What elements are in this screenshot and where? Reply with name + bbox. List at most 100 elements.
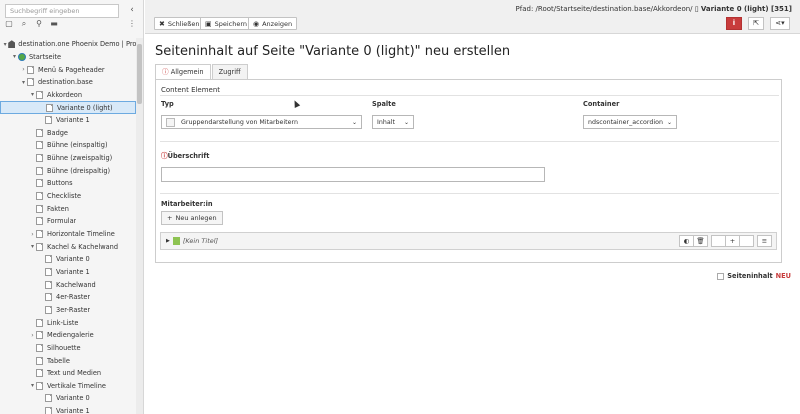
tab-allgemein[interactable]: ⓘ Allgemein	[155, 64, 211, 79]
tree-toggle-icon[interactable]: ▾	[11, 53, 18, 60]
tree-item[interactable]: Kachelwand	[0, 278, 136, 291]
page-tree-panel: Suchbegriff eingeben ‹ ▢ ⌕ ⚲ ▬ ⋮ ▾ destin…	[0, 0, 144, 414]
divider	[160, 193, 779, 194]
tree-toggle-icon[interactable]: ›	[29, 332, 36, 339]
tab-zugriff[interactable]: Zugriff	[211, 64, 248, 79]
tree-item[interactable]: › Horizontale Timeline	[0, 228, 136, 241]
tree-item[interactable]: ▾ Vertikale Timeline	[0, 380, 136, 393]
collapse-tree-icon[interactable]: ‹	[126, 4, 138, 16]
tree-scrollbar[interactable]	[136, 38, 143, 414]
page-icon	[45, 255, 52, 264]
inline-record[interactable]: ▶ [Kein Titel] ◐ 🗑 + ≡	[160, 232, 777, 250]
tree-item-label: Variante 1	[56, 116, 90, 125]
tree-item[interactable]: Badge	[0, 127, 136, 140]
toggle-visibility-icon[interactable]: ◐	[679, 235, 694, 247]
tree-item[interactable]: Buttons	[0, 177, 136, 190]
save-button[interactable]: ▣ Speichern	[200, 17, 253, 30]
eye-icon: ◉	[253, 19, 260, 28]
save-label: Speichern	[214, 19, 248, 28]
page-icon	[45, 293, 52, 302]
tree-item[interactable]: Bühne (dreispaltig)	[0, 165, 136, 178]
page-icon	[36, 369, 43, 378]
tree-item[interactable]: 4er-Raster	[0, 291, 136, 304]
tree-item[interactable]: Variante 0	[0, 392, 136, 405]
filter-icon[interactable]: ⌕	[19, 19, 29, 29]
tree-item[interactable]: Formular	[0, 215, 136, 228]
tree-item-label: Bühne (einspaltig)	[47, 141, 108, 150]
tree-item-label: Mediengalerie	[47, 331, 94, 340]
tree-toggle-icon[interactable]: ▾	[29, 243, 36, 250]
page-icon	[45, 280, 52, 289]
container-select[interactable]: ndscontainer_accordion ⌄	[583, 115, 677, 129]
column-select[interactable]: Inhalt ⌄	[372, 115, 414, 129]
tree-item[interactable]: Link-Liste	[0, 316, 136, 329]
tree-toggle-icon[interactable]: ›	[29, 231, 36, 238]
tree-item[interactable]: Fakten	[0, 202, 136, 215]
tree-item[interactable]: › Mediengalerie	[0, 329, 136, 342]
content-new-checkbox[interactable]: Seiteninhalt NEU	[717, 272, 791, 280]
share-icon[interactable]: ⋖▾	[770, 17, 790, 30]
tree-item[interactable]: Variante 1	[0, 114, 136, 127]
checkbox[interactable]	[717, 272, 725, 280]
tree-item[interactable]: ▾ Kachel & Kachelwand	[0, 240, 136, 253]
tree-menu-icon[interactable]: ⋮	[128, 19, 136, 28]
tab-label: Zugriff	[218, 68, 241, 76]
tree-item[interactable]: ▾ Akkordeon	[0, 89, 136, 102]
tree-item[interactable]: ▾ Startseite	[0, 51, 136, 64]
tree-item-label: Horizontale Timeline	[47, 230, 115, 239]
tree-item[interactable]: Text und Medien	[0, 367, 136, 380]
page-icon	[45, 267, 52, 276]
type-select[interactable]: Gruppendarstellung von Mitarbeitern ⌄	[161, 115, 362, 129]
tree-item[interactable]: Variante 0 (light)	[0, 101, 136, 114]
add-after-icon[interactable]: +	[725, 235, 740, 247]
tree-toggle-icon[interactable]: ▾	[2, 41, 8, 48]
folder-icon[interactable]: ▬	[49, 19, 59, 29]
tree-item-label: 3er-Raster	[56, 305, 91, 314]
tree-item[interactable]: Checkliste	[0, 190, 136, 203]
delete-icon[interactable]: 🗑	[693, 235, 708, 247]
close-button[interactable]: ✖ Schließen	[154, 17, 205, 30]
tree-scroll-thumb[interactable]	[137, 44, 142, 104]
tree-item[interactable]: Variante 0	[0, 253, 136, 266]
tree-item[interactable]: Bühne (einspaltig)	[0, 139, 136, 152]
open-new-window-icon[interactable]: ⇱	[748, 17, 764, 30]
new-page-icon[interactable]: ▢	[4, 19, 14, 29]
info-button[interactable]: i	[726, 17, 742, 30]
tree-search-input[interactable]: Suchbegriff eingeben	[5, 4, 119, 18]
tree-toggle-icon[interactable]: ▾	[29, 91, 36, 98]
tree-item[interactable]: ▾ destination.base	[0, 76, 136, 89]
close-icon: ✖	[159, 19, 165, 28]
expand-icon[interactable]: ▶	[166, 238, 170, 244]
tree-item-label: Variante 0	[56, 394, 90, 403]
page-icon	[36, 318, 43, 327]
tree-item[interactable]: Variante 1	[0, 266, 136, 279]
root-icon	[8, 40, 16, 49]
page-icon	[36, 242, 43, 251]
page-icon	[36, 230, 43, 239]
tree-item-label: Tabelle	[47, 356, 70, 365]
tree-toggle-icon[interactable]: ▾	[29, 382, 36, 389]
form-tabs: ⓘ Allgemein Zugriff	[155, 64, 249, 79]
tree-item[interactable]: › Menü & Pageheader	[0, 63, 136, 76]
tree-item[interactable]: Variante 1	[0, 405, 136, 414]
tree-item[interactable]: Tabelle	[0, 354, 136, 367]
heading-input[interactable]	[161, 167, 545, 182]
tree-item[interactable]: ▾ destination.one Phoenix Demo | Product	[0, 38, 136, 51]
save-icon: ▣	[205, 19, 212, 28]
add-staff-button[interactable]: + Neu anlegen	[161, 211, 223, 225]
divider	[160, 95, 779, 96]
view-label: Anzeigen	[262, 19, 293, 28]
tree-item-label: destination.base	[38, 78, 93, 87]
tree-item[interactable]: Bühne (zweispaltig)	[0, 152, 136, 165]
drag-handle-icon[interactable]: ≡	[757, 235, 772, 247]
tree-item[interactable]: Silhouette	[0, 342, 136, 355]
type-value: Gruppendarstellung von Mitarbeitern	[181, 118, 298, 126]
new-badge: NEU	[775, 272, 791, 280]
link-icon[interactable]: ⚲	[34, 19, 44, 29]
tree-toggle-icon[interactable]: ▾	[20, 79, 27, 86]
chevron-down-icon: ⌄	[351, 118, 357, 126]
view-button[interactable]: ◉ Anzeigen	[248, 17, 298, 30]
tree-toggle-icon[interactable]: ›	[20, 66, 27, 73]
tree-item[interactable]: 3er-Raster	[0, 304, 136, 317]
add-staff-label: Neu anlegen	[175, 214, 217, 222]
